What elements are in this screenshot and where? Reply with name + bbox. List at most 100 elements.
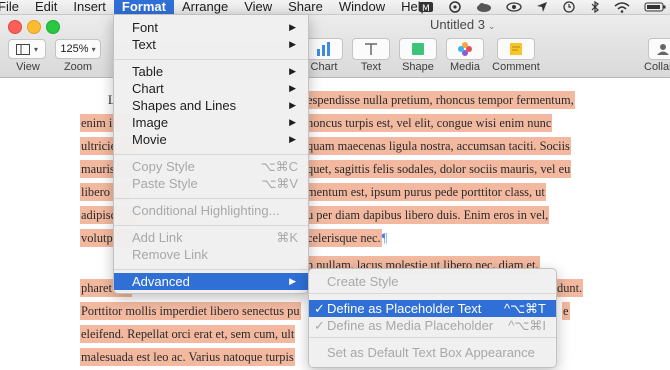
text-t-icon — [365, 43, 377, 55]
menu-item-define-as-media-placeholder[interactable]: ✓ Define as Media Placeholder ^⌥⌘I — [309, 317, 556, 334]
menu-item-copy-style[interactable]: Copy Style ⌥⌘C — [114, 158, 308, 175]
sidebar-icon — [15, 43, 30, 55]
menu-item-paste-style[interactable]: Paste Style ⌥⌘V — [114, 175, 308, 192]
window-toolbar: Untitled 3 ⌄ ▾ View 125% ▾ Zoom Chart Tex… — [0, 15, 670, 78]
time-machine-icon[interactable] — [562, 1, 576, 13]
square-shape-icon — [412, 43, 424, 55]
battery-icon[interactable] — [644, 1, 666, 13]
text-line[interactable]: e — [562, 301, 570, 322]
text-line[interactable]: espendisse nulla pretium, rhoncus tempor… — [306, 90, 575, 111]
menu-item-label: Define as Placeholder Text — [327, 301, 482, 316]
menu-view[interactable]: View — [236, 0, 280, 14]
menu-window[interactable]: Window — [331, 0, 393, 14]
text-line-segment: mentum est, ipsum purus pede porttitor c… — [306, 183, 546, 201]
menu-share[interactable]: Share — [280, 0, 331, 14]
text-line-segment: honcus turpis est, vel elit, congue wisi… — [306, 114, 553, 132]
menu-format[interactable]: Format — [113, 0, 174, 14]
app-m-icon[interactable]: M — [418, 1, 434, 13]
menu-separator — [114, 198, 308, 199]
menu-item-advanced[interactable]: Advanced ▶ — [114, 273, 308, 290]
menu-shortcut: ⌥⌘C — [260, 159, 298, 174]
menu-item-conditional-highlighting[interactable]: Conditional Highlighting... — [114, 202, 308, 219]
menu-item-remove-link[interactable]: Remove Link — [114, 246, 308, 263]
text-line-segment: Porttitor mollis imperdiet libero senect… — [80, 302, 301, 320]
menu-separator — [114, 59, 308, 60]
text-line[interactable]: dunt. — [556, 278, 584, 299]
menu-shortcut: ^⌥⌘I — [508, 318, 546, 333]
zoom-select[interactable]: 125% ▾ — [55, 39, 101, 59]
view-button[interactable]: ▾ — [8, 39, 46, 59]
menu-file[interactable]: File — [0, 0, 27, 14]
bluetooth-icon[interactable] — [590, 1, 600, 13]
menu-item-label: Shapes and Lines — [132, 98, 237, 113]
text-line-segment: e — [562, 302, 570, 320]
menu-item-set-default-text-box-appearance[interactable]: Set as Default Text Box Appearance — [309, 344, 556, 361]
menu-item-table[interactable]: Table ▶ — [114, 63, 308, 80]
text-line-segment: espendisse nulla pretium, rhoncus tempor… — [306, 91, 575, 109]
media-button[interactable] — [446, 38, 484, 60]
text-line-segment: quam maecenas ligula nostra, accumsan ta… — [306, 137, 571, 155]
menu-item-add-link[interactable]: Add Link ⌘K — [114, 229, 308, 246]
wifi-icon[interactable] — [614, 1, 630, 13]
text-box-button[interactable] — [352, 38, 390, 60]
menu-shortcut: ⌘K — [276, 230, 298, 245]
menu-edit[interactable]: Edit — [27, 0, 65, 14]
text-line[interactable]: malesuada est leo ac. Varius natoque tur… — [80, 347, 295, 368]
zoom-value: 125% — [60, 43, 89, 55]
menu-separator — [114, 269, 308, 270]
collaborate-button[interactable] — [648, 38, 670, 60]
text-line[interactable]: u per diam dapibus libero duis. Enim ero… — [306, 205, 550, 226]
submenu-arrow-icon: ▶ — [289, 100, 296, 110]
shape-button[interactable] — [399, 38, 437, 60]
shape-label: Shape — [402, 61, 434, 73]
text-line[interactable]: Porttitor mollis imperdiet libero senect… — [80, 301, 301, 322]
text-line-segment: malesuada est leo ac. Varius natoque tur… — [80, 348, 295, 366]
menu-item-shapes-and-lines[interactable]: Shapes and Lines ▶ — [114, 97, 308, 114]
status-icons: M — [418, 0, 666, 14]
menu-separator — [309, 293, 556, 294]
menu-shortcut: ^⌥⌘T — [503, 301, 546, 316]
minimize-window-button[interactable] — [27, 20, 41, 34]
menu-bar: File Edit Insert Format Arrange View Sha… — [0, 0, 670, 15]
menu-item-label: Conditional Highlighting... — [132, 203, 280, 218]
menu-item-image[interactable]: Image ▶ — [114, 114, 308, 131]
document-title[interactable]: Untitled 3 ⌄ — [430, 17, 495, 32]
checkmark-icon: ✓ — [314, 318, 325, 333]
menu-item-create-style[interactable]: Create Style — [309, 273, 556, 290]
text-line[interactable]: mentum est, ipsum purus pede porttitor c… — [306, 182, 546, 203]
text-line[interactable]: honcus turpis est, vel elit, congue wisi… — [306, 113, 553, 134]
location-arrow-icon[interactable] — [536, 1, 548, 13]
checkmark-icon: ✓ — [314, 301, 325, 316]
menu-item-text[interactable]: Text ▶ — [114, 36, 308, 53]
menu-item-chart[interactable]: Chart ▶ — [114, 80, 308, 97]
photos-icon — [458, 42, 472, 56]
menu-item-movie[interactable]: Movie ▶ — [114, 131, 308, 148]
text-line[interactable]: celerisque nec.¶ — [306, 228, 387, 249]
menu-separator — [309, 337, 556, 338]
menu-insert[interactable]: Insert — [65, 0, 114, 14]
menu-item-label: Add Link — [132, 230, 183, 245]
submenu-arrow-icon: ▶ — [289, 276, 296, 286]
eye-icon[interactable] — [506, 1, 522, 13]
zoom-window-button[interactable] — [46, 20, 60, 34]
text-line[interactable]: eleifend. Repellat orci erat et, sem cum… — [80, 324, 296, 345]
menu-item-label: Chart — [132, 81, 164, 96]
submenu-arrow-icon: ▶ — [289, 83, 296, 93]
menu-arrange[interactable]: Arrange — [174, 0, 236, 14]
menu-item-label: Create Style — [327, 274, 399, 289]
submenu-arrow-icon: ▶ — [289, 117, 296, 127]
menu-shortcut: ⌥⌘V — [261, 176, 298, 191]
comment-button[interactable] — [497, 38, 535, 60]
text-line[interactable]: quet, sagittis felis sodales, dolor soci… — [306, 159, 572, 180]
cloud-icon[interactable] — [476, 1, 492, 13]
menu-item-label: Define as Media Placeholder — [327, 318, 494, 333]
bar-chart-icon — [317, 42, 330, 56]
text-line[interactable]: quam maecenas ligula nostra, accumsan ta… — [306, 136, 571, 157]
menu-item-define-as-placeholder-text[interactable]: ✓ Define as Placeholder Text ^⌥⌘T — [309, 300, 556, 317]
chart-button[interactable] — [305, 38, 343, 60]
extension-icon[interactable] — [448, 1, 462, 13]
menu-item-font[interactable]: Font ▶ — [114, 19, 308, 36]
chevron-down-icon: ⌄ — [487, 21, 496, 31]
close-window-button[interactable] — [8, 20, 22, 34]
menu-item-label: Table — [132, 64, 164, 79]
